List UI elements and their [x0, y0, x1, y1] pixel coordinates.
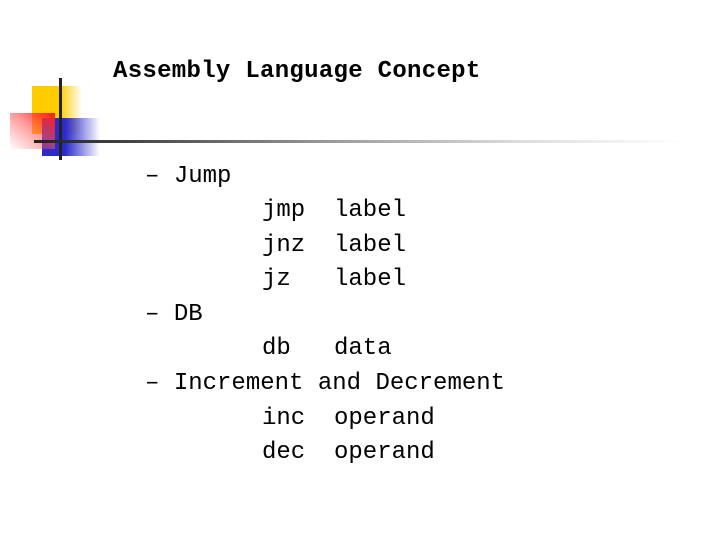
bullet-dash: – [145, 163, 160, 190]
instruction: inc [262, 405, 306, 432]
slide-title: Assembly Language Concept [113, 58, 481, 85]
vertical-line-decoration [59, 78, 62, 160]
code-line: dec operand [262, 439, 435, 466]
red-square-decoration [10, 113, 55, 149]
operand: label [334, 232, 407, 259]
operand: operand [334, 439, 435, 466]
operand: data [334, 335, 392, 362]
title-underline-divider [34, 140, 684, 143]
bullet-db: – DB [145, 301, 203, 328]
bullet-dash: – [145, 370, 160, 397]
section-heading: Increment and Decrement [173, 370, 506, 397]
code-line: jz label [262, 266, 406, 293]
instruction: jmp [262, 197, 306, 224]
bullet-dash: – [145, 301, 160, 328]
section-heading: DB [173, 301, 203, 328]
code-line: db data [262, 335, 392, 362]
bullet-jump: – Jump [145, 163, 231, 190]
operand: operand [334, 405, 435, 432]
section-heading: Jump [173, 163, 232, 190]
operand: label [334, 266, 407, 293]
instruction: db [262, 335, 291, 362]
instruction: dec [262, 439, 306, 466]
code-line: jnz label [262, 232, 406, 259]
bullet-increment-decrement: – Increment and Decrement [145, 370, 505, 397]
instruction: jnz [262, 232, 306, 259]
instruction: jz [262, 266, 291, 293]
code-line: inc operand [262, 405, 435, 432]
operand: label [334, 197, 407, 224]
code-line: jmp label [262, 197, 406, 224]
